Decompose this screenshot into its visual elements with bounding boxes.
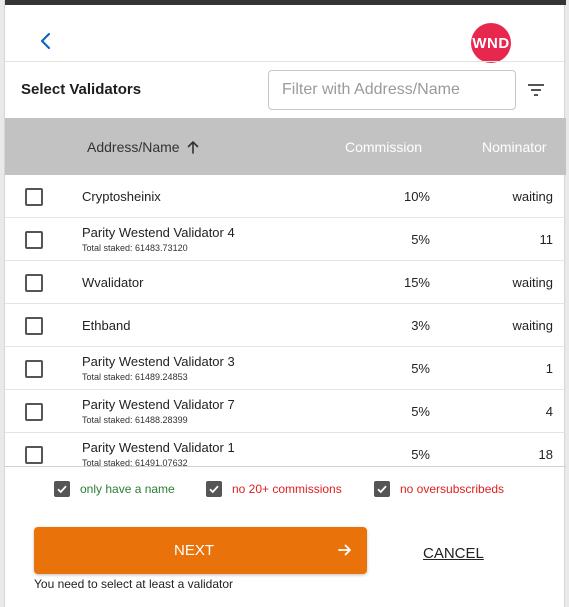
- validator-name: Parity Westend Validator 4: [82, 225, 235, 240]
- table-row[interactable]: Wvalidator 15% waiting: [5, 261, 566, 304]
- checkbox-checked-icon[interactable]: [206, 481, 222, 497]
- table-row[interactable]: Ethband 3% waiting: [5, 304, 566, 347]
- validator-nominator: waiting: [512, 318, 553, 333]
- validator-nominator: 11: [539, 232, 554, 247]
- validator-name: Cryptosheinix: [82, 189, 161, 204]
- checkbox-checked-icon[interactable]: [374, 481, 390, 497]
- validator-name: Parity Westend Validator 3: [82, 354, 235, 369]
- column-header-nominator[interactable]: Nominator: [482, 139, 547, 155]
- row-checkbox[interactable]: [25, 188, 43, 206]
- validator-commission: 5%: [411, 447, 430, 462]
- table-row[interactable]: Parity Westend Validator 7 Total staked:…: [5, 390, 566, 433]
- validator-commission: 5%: [411, 361, 430, 376]
- validator-nominator: waiting: [512, 275, 553, 290]
- validator-list: Cryptosheinix 10% waiting Parity Westend…: [5, 175, 566, 467]
- validator-name: Parity Westend Validator 1: [82, 440, 235, 455]
- validator-total-staked: Total staked: 61488.28399: [82, 415, 188, 425]
- table-row[interactable]: Parity Westend Validator 4 Total staked:…: [5, 218, 566, 261]
- column-header-address-label: Address/Name: [87, 139, 180, 155]
- validator-commission: 5%: [411, 404, 430, 419]
- validator-commission: 3%: [411, 318, 430, 333]
- validator-total-staked: Total staked: 61491.07632: [82, 458, 188, 467]
- validator-commission: 10%: [403, 189, 430, 204]
- page-title: Select Validators: [21, 81, 142, 98]
- filter-icon[interactable]: [525, 79, 547, 101]
- table-row[interactable]: Parity Westend Validator 3 Total staked:…: [5, 347, 566, 390]
- next-button-label: NEXT: [174, 542, 215, 559]
- table-row[interactable]: Parity Westend Validator 1 Total staked:…: [5, 433, 566, 467]
- row-checkbox[interactable]: [25, 403, 43, 421]
- next-button[interactable]: NEXT: [34, 527, 367, 574]
- option-label: no 20+ commissions: [232, 482, 342, 496]
- column-header-address[interactable]: Address/Name: [87, 139, 200, 155]
- table-header: Address/Name Commission Nominator: [5, 118, 566, 175]
- validator-name: Wvalidator: [82, 275, 144, 290]
- cancel-button[interactable]: CANCEL: [423, 545, 484, 562]
- validator-commission: 5%: [411, 232, 430, 247]
- row-checkbox[interactable]: [25, 231, 43, 249]
- validator-total-staked: Total staked: 61483.73120: [82, 243, 188, 253]
- validator-nominator: 4: [545, 404, 553, 419]
- validator-name: Parity Westend Validator 7: [82, 397, 235, 412]
- sort-up-arrow-icon[interactable]: [186, 140, 200, 154]
- option-no-oversubscribed[interactable]: no oversubscribeds: [374, 481, 504, 497]
- row-checkbox[interactable]: [25, 360, 43, 378]
- filter-input[interactable]: [268, 70, 516, 110]
- arrow-right-icon: [338, 544, 351, 556]
- column-header-commission[interactable]: Commission: [345, 139, 422, 155]
- option-label: only have a name: [80, 482, 175, 496]
- row-checkbox[interactable]: [25, 274, 43, 292]
- validator-nominator: waiting: [512, 189, 553, 204]
- checkbox-checked-icon[interactable]: [54, 481, 70, 497]
- row-checkbox[interactable]: [25, 446, 43, 464]
- top-bar: [5, 0, 566, 5]
- header-divider: [5, 61, 566, 62]
- option-label: no oversubscribeds: [400, 482, 505, 496]
- validator-commission: 15%: [403, 275, 430, 290]
- validator-nominator: 1: [545, 361, 553, 376]
- back-arrow-icon[interactable]: [35, 30, 57, 52]
- table-row[interactable]: Cryptosheinix 10% waiting: [5, 175, 566, 218]
- option-only-named[interactable]: only have a name: [54, 481, 175, 497]
- validator-name: Ethband: [82, 318, 131, 333]
- validator-nominator: 18: [538, 447, 553, 462]
- row-checkbox[interactable]: [25, 317, 43, 335]
- option-no-high-commission[interactable]: no 20+ commissions: [206, 481, 342, 497]
- validator-total-staked: Total staked: 61489.24853: [82, 372, 188, 382]
- validation-hint: You need to select at least a validator: [34, 577, 234, 591]
- validator-selection-panel: WND Select Validators Address/Name Commi…: [4, 0, 566, 607]
- network-logo: WND: [471, 23, 511, 63]
